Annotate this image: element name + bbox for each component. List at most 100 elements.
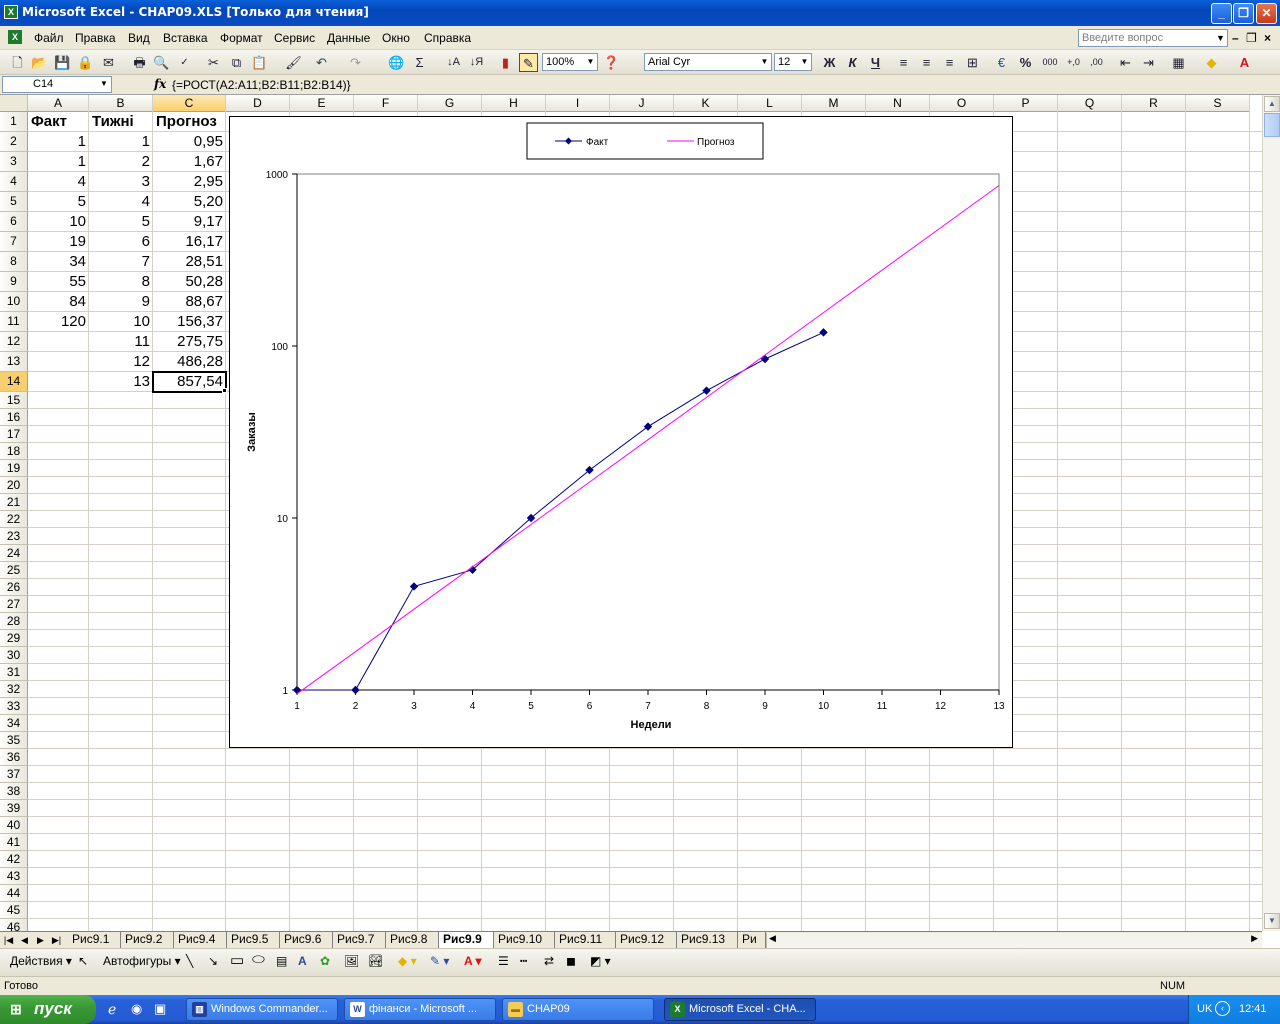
- font-select[interactable]: Arial Cyr ▼: [644, 53, 772, 71]
- autosum-button[interactable]: Σ: [410, 53, 429, 72]
- email-icon[interactable]: ✉: [99, 53, 118, 72]
- cell-B12[interactable]: 11: [89, 332, 153, 352]
- cell-C13[interactable]: 486,28: [153, 352, 226, 372]
- fill-color-icon[interactable]: ◆: [1202, 53, 1221, 72]
- task-folder[interactable]: ▬ CHAP09: [502, 998, 654, 1021]
- drawing-toggle-icon[interactable]: ✎: [519, 53, 538, 72]
- cell-B13[interactable]: 12: [89, 352, 153, 372]
- desktop-quicklaunch-icon[interactable]: ▣: [154, 1001, 166, 1017]
- cell-B3[interactable]: 2: [89, 152, 153, 172]
- active-cell[interactable]: [152, 371, 227, 393]
- task-windows-commander[interactable]: ▥ Windows Commander...: [186, 998, 338, 1021]
- vertical-scrollbar[interactable]: ▲ ▼: [1262, 95, 1280, 931]
- dash-style-icon[interactable]: ┅: [520, 954, 527, 968]
- column-header-M[interactable]: M: [802, 95, 866, 112]
- row-header-2[interactable]: 2: [0, 132, 28, 152]
- row-header-7[interactable]: 7: [0, 232, 28, 252]
- row-header-4[interactable]: 4: [0, 172, 28, 192]
- workbook-icon[interactable]: X: [8, 30, 22, 44]
- save-icon[interactable]: 💾: [53, 53, 72, 72]
- bold-button[interactable]: Ж: [820, 53, 839, 72]
- row-header-21[interactable]: 21: [0, 494, 28, 511]
- diagram-icon[interactable]: ✿: [320, 954, 330, 968]
- cell-A6[interactable]: 10: [28, 212, 89, 232]
- merge-center-icon[interactable]: ⊞: [963, 53, 982, 72]
- row-header-25[interactable]: 25: [0, 562, 28, 579]
- column-header-R[interactable]: R: [1122, 95, 1186, 112]
- cell-A5[interactable]: 5: [28, 192, 89, 212]
- name-box-dropdown-icon[interactable]: ▼: [100, 79, 108, 88]
- cell-B1[interactable]: Тижні: [89, 112, 153, 132]
- row-header-17[interactable]: 17: [0, 426, 28, 443]
- line-icon[interactable]: ╲: [186, 954, 193, 968]
- italic-button[interactable]: К: [843, 53, 862, 72]
- new-icon[interactable]: 🗋: [8, 53, 27, 72]
- increase-indent-icon[interactable]: ⇥: [1139, 53, 1158, 72]
- insert-function-icon[interactable]: fx: [154, 77, 166, 91]
- decrease-indent-icon[interactable]: ⇤: [1116, 53, 1135, 72]
- prev-sheet-icon[interactable]: ◀: [18, 933, 31, 947]
- row-header-13[interactable]: 13: [0, 352, 28, 372]
- ask-dropdown-icon[interactable]: ▼: [1216, 33, 1225, 43]
- row-header-6[interactable]: 6: [0, 212, 28, 232]
- row-header-23[interactable]: 23: [0, 528, 28, 545]
- cell-A7[interactable]: 19: [28, 232, 89, 252]
- cell-B5[interactable]: 4: [89, 192, 153, 212]
- row-header-18[interactable]: 18: [0, 443, 28, 460]
- horizontal-scrollbar[interactable]: ◀ ▶: [766, 933, 1262, 948]
- sheet-tab-0[interactable]: Рис9.1: [68, 932, 121, 948]
- row-header-40[interactable]: 40: [0, 817, 28, 834]
- row-header-3[interactable]: 3: [0, 152, 28, 172]
- cell-A10[interactable]: 84: [28, 292, 89, 312]
- maximize-button[interactable]: ❐: [1233, 3, 1254, 24]
- row-header-44[interactable]: 44: [0, 885, 28, 902]
- row-header-1[interactable]: 1: [0, 112, 28, 132]
- cell-A8[interactable]: 34: [28, 252, 89, 272]
- sheet-tab-5[interactable]: Рис9.7: [333, 932, 386, 948]
- column-header-Q[interactable]: Q: [1058, 95, 1122, 112]
- media-quicklaunch-icon[interactable]: ◉: [131, 1001, 142, 1017]
- menu-edit[interactable]: Правка: [75, 31, 116, 45]
- cell-B7[interactable]: 6: [89, 232, 153, 252]
- help-icon[interactable]: ❓: [602, 53, 621, 72]
- undo-icon[interactable]: ↶: [312, 53, 331, 72]
- fill-handle[interactable]: [222, 388, 227, 393]
- align-left-icon[interactable]: ≡: [894, 53, 913, 72]
- row-header-35[interactable]: 35: [0, 732, 28, 749]
- sheet-tab-6[interactable]: Рис9.8: [386, 932, 439, 948]
- sort-ascending-icon[interactable]: ↓A: [444, 53, 463, 72]
- tray-expand-icon[interactable]: ‹: [1215, 1001, 1230, 1016]
- cell-B14[interactable]: 13: [89, 372, 153, 392]
- ie-quicklaunch-icon[interactable]: ℯ: [108, 1001, 116, 1018]
- last-sheet-icon[interactable]: ▶|: [50, 933, 63, 947]
- cell-C3[interactable]: 1,67: [153, 152, 226, 172]
- menu-window[interactable]: Окно: [382, 31, 410, 45]
- redo-icon[interactable]: ↷: [346, 53, 365, 72]
- menu-help[interactable]: Справка: [424, 31, 471, 45]
- row-header-42[interactable]: 42: [0, 851, 28, 868]
- cell-C7[interactable]: 16,17: [153, 232, 226, 252]
- percent-button[interactable]: %: [1016, 53, 1035, 72]
- scroll-right-icon[interactable]: ▶: [1251, 933, 1258, 944]
- column-header-J[interactable]: J: [610, 95, 674, 112]
- column-header-K[interactable]: K: [674, 95, 738, 112]
- wordart-icon[interactable]: A: [298, 954, 307, 968]
- menu-data[interactable]: Данные: [327, 31, 370, 45]
- row-header-41[interactable]: 41: [0, 834, 28, 851]
- column-header-I[interactable]: I: [546, 95, 610, 112]
- column-header-O[interactable]: O: [930, 95, 994, 112]
- cell-C2[interactable]: 0,95: [153, 132, 226, 152]
- sheet-tab-7[interactable]: Рис9.9: [439, 932, 494, 948]
- doc-restore-icon[interactable]: ❐: [1246, 31, 1257, 45]
- column-header-S[interactable]: S: [1186, 95, 1250, 112]
- currency-icon[interactable]: €: [992, 53, 1011, 72]
- cell-B10[interactable]: 9: [89, 292, 153, 312]
- increase-decimal-icon[interactable]: +,0: [1064, 53, 1083, 72]
- column-header-A[interactable]: A: [28, 95, 89, 112]
- column-header-C[interactable]: C: [153, 95, 226, 112]
- decrease-decimal-icon[interactable]: ,00: [1087, 53, 1106, 72]
- textbox-icon[interactable]: ▤: [276, 954, 287, 968]
- cell-A3[interactable]: 1: [28, 152, 89, 172]
- font-size-select[interactable]: 12 ▼: [774, 53, 812, 71]
- column-header-H[interactable]: H: [482, 95, 546, 112]
